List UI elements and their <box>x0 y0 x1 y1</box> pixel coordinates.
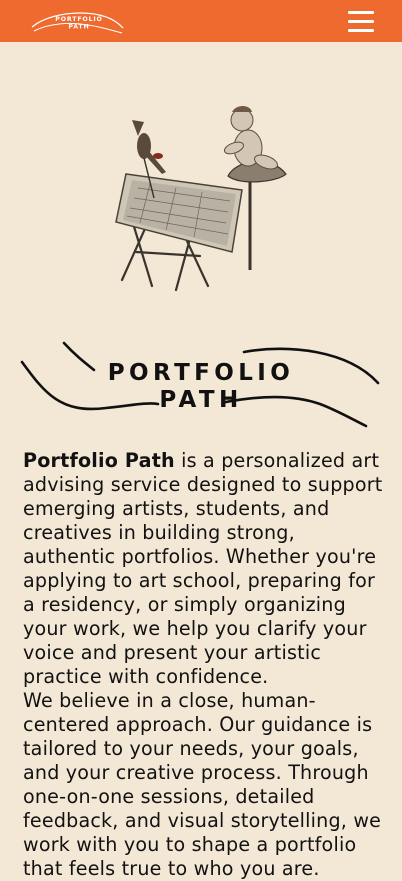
header-logo-line2: PATH <box>68 24 89 31</box>
approach-paragraph: We believe in a close, human-centered ap… <box>23 689 382 880</box>
header-logo[interactable]: PORTFOLIO PATH <box>30 9 125 35</box>
brand-logo: PORTFOLIO PATH <box>18 336 384 436</box>
intro-section: Portfolio Path is a personalized art adv… <box>23 449 383 881</box>
intro-paragraph: Portfolio Path is a personalized art adv… <box>23 449 383 689</box>
intro-paragraph-text: is a personalized art advising service d… <box>23 449 383 688</box>
brand-logo-swoosh <box>20 341 380 428</box>
hero-illustration <box>115 106 287 292</box>
brand-logo-line2: PATH <box>159 387 243 413</box>
brand-name: Portfolio Path <box>23 449 175 472</box>
brand-logo-line1: PORTFOLIO <box>107 360 295 386</box>
top-navbar: PORTFOLIO PATH <box>0 0 402 42</box>
hamburger-menu-icon[interactable] <box>344 9 378 35</box>
header-logo-line1: PORTFOLIO <box>55 16 102 23</box>
